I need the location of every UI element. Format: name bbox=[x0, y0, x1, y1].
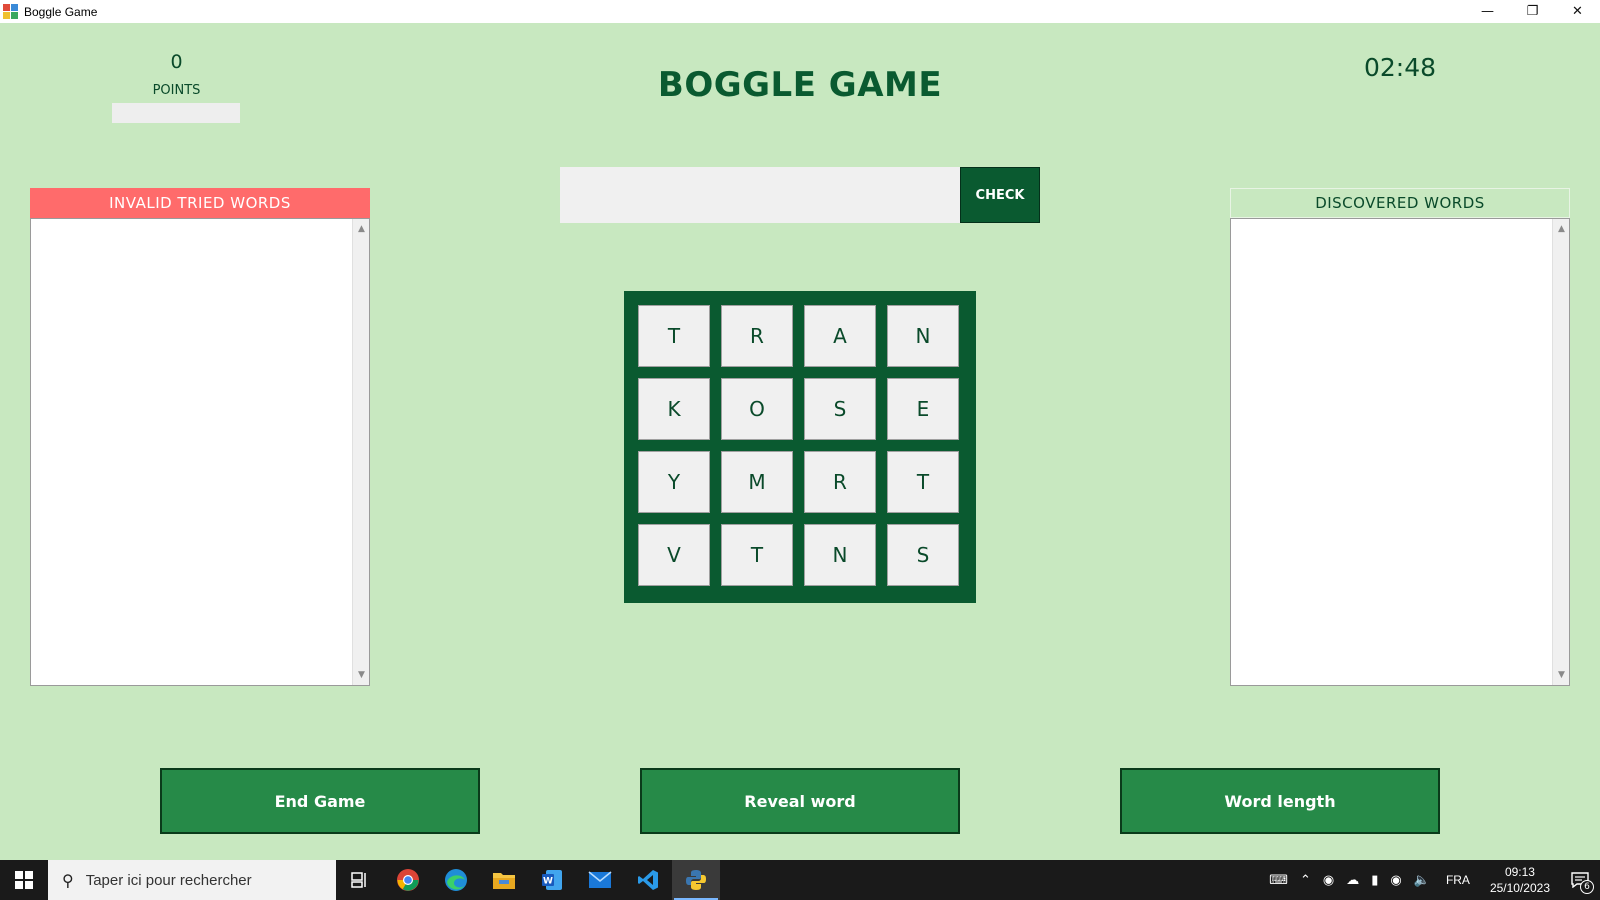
reveal-word-button[interactable]: Reveal word bbox=[640, 768, 960, 834]
board-tile[interactable]: K bbox=[638, 378, 710, 440]
system-tray: ⌨ ⌃ ◉ ☁ ▮ ◉ 🔈 FRA 09:13 25/10/2023 6 bbox=[1263, 860, 1600, 900]
windows-start-icon[interactable] bbox=[0, 860, 48, 900]
restore-icon[interactable]: ❐ bbox=[1510, 0, 1555, 23]
game-window: 0 POINTS BOGGLE GAME 02:48 CHECK INVALID… bbox=[0, 23, 1600, 860]
board-tile[interactable]: R bbox=[721, 305, 793, 367]
volume-icon[interactable]: 🔈 bbox=[1414, 873, 1430, 888]
vscode-icon[interactable] bbox=[624, 860, 672, 900]
language-indicator[interactable]: FRA bbox=[1446, 873, 1470, 887]
svg-text:W: W bbox=[543, 877, 553, 887]
board-tile[interactable]: T bbox=[721, 524, 793, 586]
invalid-words-header: INVALID TRIED WORDS bbox=[30, 188, 370, 218]
clock-time: 09:13 bbox=[1504, 865, 1535, 879]
boggle-board: T R A N K O S E Y M R T V T N S bbox=[624, 291, 976, 603]
discovered-words-scrollbar[interactable]: ▲ ▼ bbox=[1552, 219, 1569, 685]
discovered-words-panel: DISCOVERED WORDS ▲ ▼ bbox=[1230, 188, 1570, 686]
score-value: 0 bbox=[170, 51, 183, 73]
scroll-down-icon[interactable]: ▼ bbox=[1553, 667, 1570, 683]
invalid-words-scrollbar[interactable]: ▲ ▼ bbox=[352, 219, 369, 685]
close-icon[interactable]: ✕ bbox=[1555, 0, 1600, 23]
cloud-icon[interactable]: ☁ bbox=[1346, 873, 1359, 888]
window-title: Boggle Game bbox=[24, 4, 98, 19]
scroll-down-icon[interactable]: ▼ bbox=[353, 667, 370, 683]
file-explorer-icon[interactable] bbox=[480, 860, 528, 900]
window-titlebar: Boggle Game — ❐ ✕ bbox=[0, 0, 1600, 23]
end-game-button[interactable]: End Game bbox=[160, 768, 480, 834]
discovered-words-header: DISCOVERED WORDS bbox=[1230, 188, 1570, 218]
check-button[interactable]: CHECK bbox=[960, 167, 1040, 223]
chevron-up-icon[interactable]: ⌃ bbox=[1300, 873, 1311, 888]
window-controls: — ❐ ✕ bbox=[1465, 0, 1600, 23]
board-tile[interactable]: N bbox=[804, 524, 876, 586]
board-tile[interactable]: O bbox=[721, 378, 793, 440]
chrome-icon[interactable] bbox=[384, 860, 432, 900]
edge-icon[interactable] bbox=[432, 860, 480, 900]
keyboard-icon[interactable]: ⌨ bbox=[1269, 873, 1288, 888]
discovered-words-list[interactable]: ▲ ▼ bbox=[1230, 218, 1570, 686]
board-tile[interactable]: N bbox=[887, 305, 959, 367]
taskbar: ⚲ Taper ici pour rechercher W ⌨ ⌃ ◉ ☁ ▮ … bbox=[0, 860, 1600, 900]
scroll-up-icon[interactable]: ▲ bbox=[353, 221, 370, 237]
board-tile[interactable]: T bbox=[887, 451, 959, 513]
countdown-timer: 02:48 bbox=[1363, 53, 1437, 82]
app-icon bbox=[3, 3, 19, 20]
board-tile[interactable]: V bbox=[638, 524, 710, 586]
score-bar bbox=[112, 103, 240, 123]
notification-icon[interactable]: 6 bbox=[1560, 860, 1600, 900]
camera-icon[interactable]: ◉ bbox=[1323, 873, 1334, 888]
battery-icon[interactable]: ▮ bbox=[1371, 873, 1378, 888]
board-tile[interactable]: M bbox=[721, 451, 793, 513]
clock[interactable]: 09:13 25/10/2023 bbox=[1490, 864, 1550, 896]
board-tile[interactable]: Y bbox=[638, 451, 710, 513]
word-icon[interactable]: W bbox=[528, 860, 576, 900]
python-icon[interactable] bbox=[672, 860, 720, 900]
word-input[interactable] bbox=[560, 167, 960, 223]
wifi-icon[interactable]: ◉ bbox=[1390, 873, 1401, 888]
taskbar-search[interactable]: ⚲ Taper ici pour rechercher bbox=[48, 860, 336, 900]
invalid-words-list[interactable]: ▲ ▼ bbox=[30, 218, 370, 686]
search-placeholder: Taper ici pour rechercher bbox=[85, 871, 252, 889]
board-tile[interactable]: R bbox=[804, 451, 876, 513]
minimize-icon[interactable]: — bbox=[1465, 0, 1510, 23]
scroll-up-icon[interactable]: ▲ bbox=[1553, 221, 1570, 237]
board-tile[interactable]: A bbox=[804, 305, 876, 367]
clock-date: 25/10/2023 bbox=[1489, 881, 1550, 895]
game-title: BOGGLE GAME bbox=[657, 65, 943, 105]
board-tile[interactable]: E bbox=[887, 378, 959, 440]
task-view-icon[interactable] bbox=[336, 860, 384, 900]
notification-count-badge: 6 bbox=[1580, 880, 1594, 894]
mail-icon[interactable] bbox=[576, 860, 624, 900]
search-icon: ⚲ bbox=[62, 870, 74, 890]
board-tile[interactable]: T bbox=[638, 305, 710, 367]
invalid-words-panel: INVALID TRIED WORDS ▲ ▼ bbox=[30, 188, 370, 686]
board-tile[interactable]: S bbox=[804, 378, 876, 440]
score-label: POINTS bbox=[152, 83, 201, 98]
board-tile[interactable]: S bbox=[887, 524, 959, 586]
word-length-button[interactable]: Word length bbox=[1120, 768, 1440, 834]
